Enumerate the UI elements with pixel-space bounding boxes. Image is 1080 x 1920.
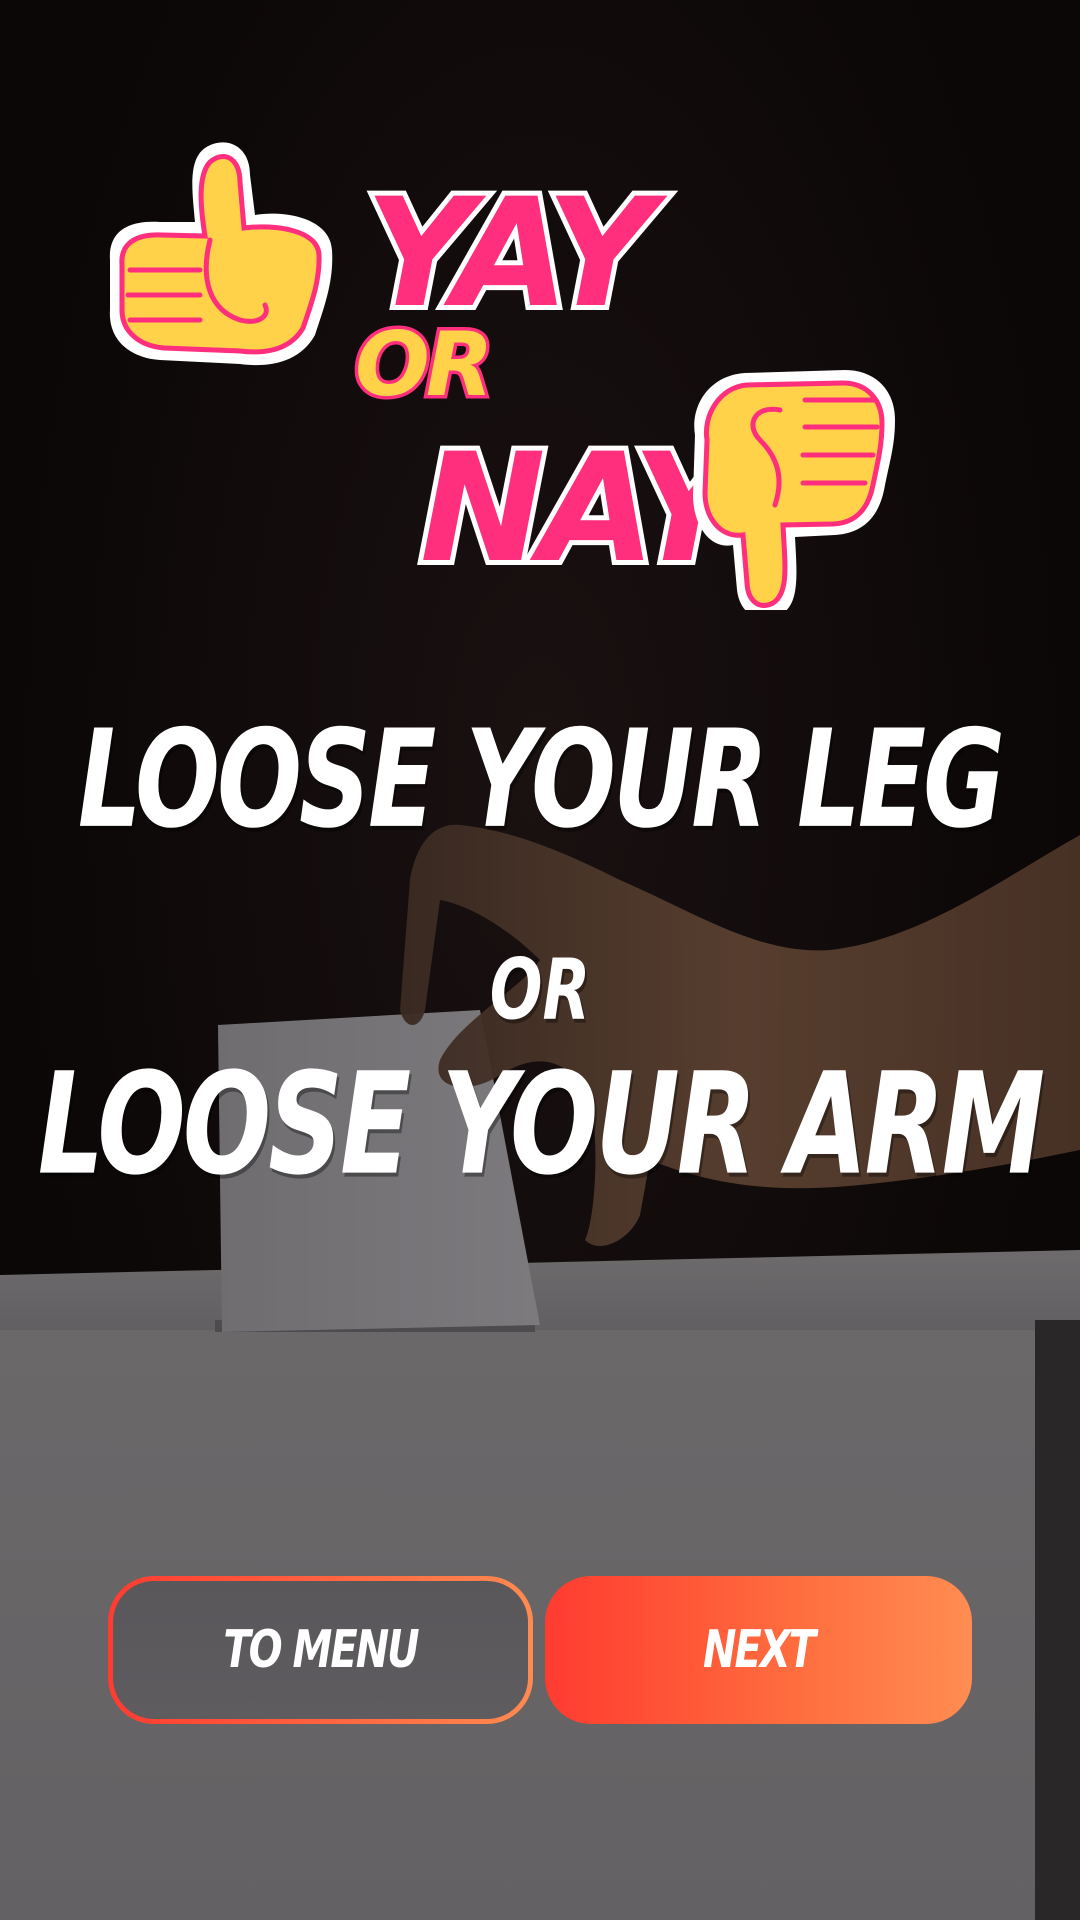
logo-or: OR — [355, 313, 490, 416]
option-a-text: LOOSE YOUR LEG — [77, 700, 1005, 859]
option-b-text: LOOSE YOUR ARM — [37, 1041, 1045, 1207]
game-screen: YAY OR NAY LOOSE YOUR LEG OR LOOSE YOUR … — [0, 0, 1080, 1920]
yay-or-nay-logo: YAY OR NAY — [100, 130, 930, 610]
to-menu-button[interactable]: TO MENU — [108, 1576, 533, 1724]
or-separator: OR — [489, 940, 591, 1039]
next-button[interactable]: NEXT — [545, 1576, 972, 1724]
next-label: NEXT — [703, 1620, 816, 1680]
thumbs-up-icon — [109, 142, 333, 366]
to-menu-label: TO MENU — [223, 1620, 419, 1680]
